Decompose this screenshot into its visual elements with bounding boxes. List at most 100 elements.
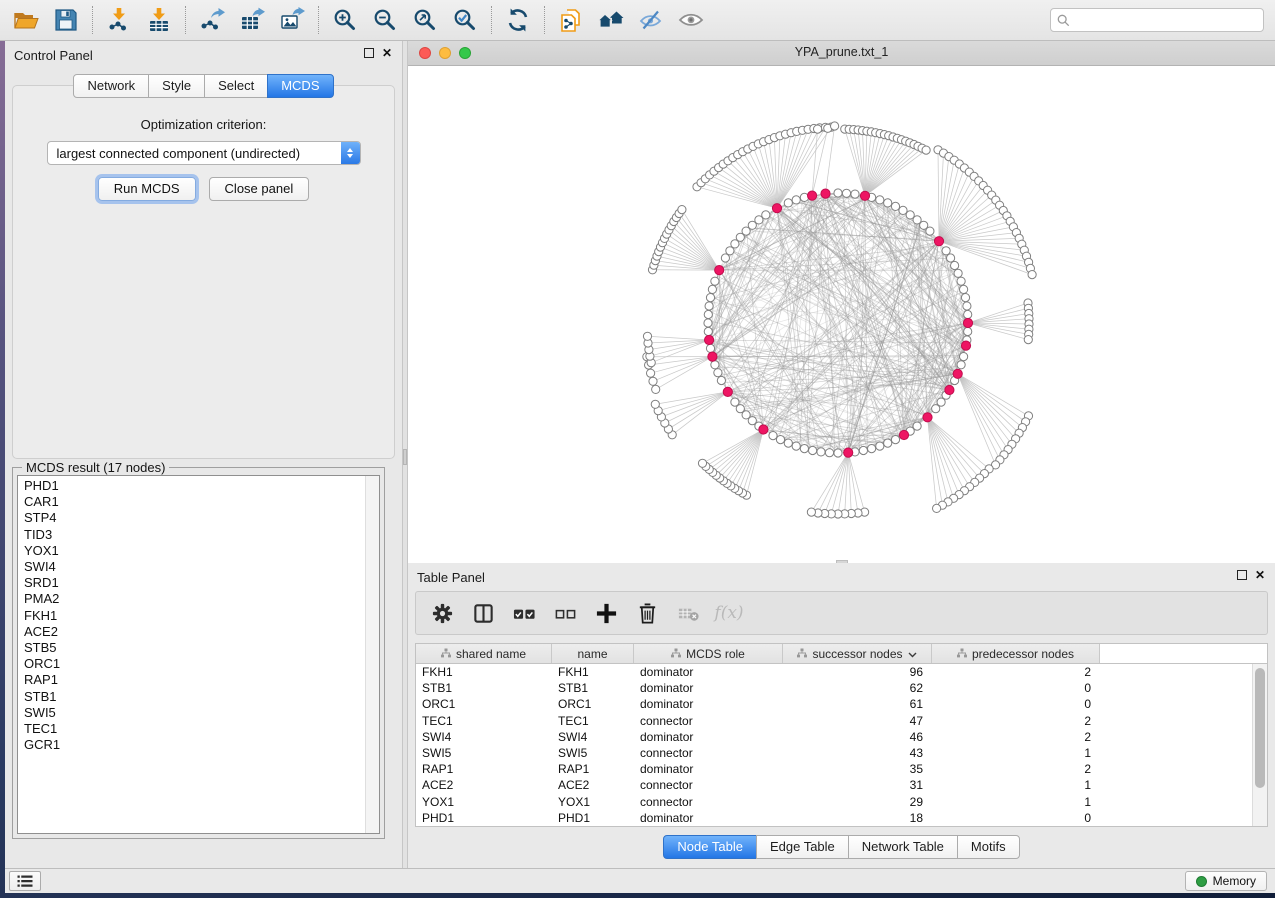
cell-predecessor-nodes[interactable]: 2 xyxy=(932,762,1100,776)
cell-shared-name[interactable]: STB1 xyxy=(416,681,552,695)
mcds-result-item[interactable]: ORC1 xyxy=(18,656,365,672)
cell-predecessor-nodes[interactable]: 0 xyxy=(932,681,1100,695)
import-table-button[interactable] xyxy=(139,4,179,36)
memory-button[interactable]: Memory xyxy=(1185,871,1267,891)
column-header-MCDS-role[interactable]: MCDS role xyxy=(634,644,783,663)
mcds-result-item[interactable]: GCR1 xyxy=(18,737,365,753)
duplicate-network-button[interactable] xyxy=(551,4,591,36)
cell-name[interactable]: YOX1 xyxy=(552,795,634,809)
settings-gear-button[interactable] xyxy=(428,599,456,627)
cell-shared-name[interactable]: RAP1 xyxy=(416,762,552,776)
float-table-panel-icon[interactable] xyxy=(1237,570,1247,580)
cell-name[interactable]: ORC1 xyxy=(552,697,634,711)
tab-edge-table[interactable]: Edge Table xyxy=(756,835,849,859)
cell-name[interactable]: RAP1 xyxy=(552,762,634,776)
cell-shared-name[interactable]: TEC1 xyxy=(416,714,552,728)
mcds-result-item[interactable]: SRD1 xyxy=(18,575,365,591)
column-header-successor-nodes[interactable]: successor nodes xyxy=(783,644,932,663)
mcds-result-item[interactable]: FKH1 xyxy=(18,608,365,624)
mcds-result-item[interactable]: STP4 xyxy=(18,510,365,526)
panel-list-button[interactable] xyxy=(9,871,41,891)
column-header-shared-name[interactable]: shared name xyxy=(416,644,552,663)
zoom-selected-button[interactable] xyxy=(445,4,485,36)
zoom-fit-button[interactable] xyxy=(405,4,445,36)
cell-predecessor-nodes[interactable]: 1 xyxy=(932,795,1100,809)
delete-row-button[interactable] xyxy=(633,599,661,627)
cell-successor-nodes[interactable]: 18 xyxy=(783,811,932,825)
mcds-result-item[interactable]: TEC1 xyxy=(18,721,365,737)
table-row[interactable]: STB1STB1dominator620 xyxy=(416,680,1253,696)
cell-MCDS-role[interactable]: dominator xyxy=(634,730,783,744)
table-row[interactable]: ACE2ACE2connector311 xyxy=(416,777,1253,793)
mcds-result-item[interactable]: TID3 xyxy=(18,527,365,543)
hide-selected-button[interactable] xyxy=(631,4,671,36)
add-row-button[interactable] xyxy=(592,599,620,627)
table-row[interactable]: RAP1RAP1dominator352 xyxy=(416,761,1253,777)
cell-shared-name[interactable]: PHD1 xyxy=(416,811,552,825)
table-row[interactable]: FKH1FKH1dominator962 xyxy=(416,664,1253,680)
cell-shared-name[interactable]: SWI4 xyxy=(416,730,552,744)
table-row[interactable]: SWI5SWI5connector431 xyxy=(416,745,1253,761)
tab-select[interactable]: Select xyxy=(204,74,268,98)
table-row[interactable]: SWI4SWI4dominator462 xyxy=(416,729,1253,745)
cell-shared-name[interactable]: ORC1 xyxy=(416,697,552,711)
mcds-result-item[interactable]: PHD1 xyxy=(18,478,365,494)
cell-MCDS-role[interactable]: dominator xyxy=(634,697,783,711)
cell-name[interactable]: SWI5 xyxy=(552,746,634,760)
tab-node-table[interactable]: Node Table xyxy=(663,835,757,859)
cell-successor-nodes[interactable]: 29 xyxy=(783,795,932,809)
close-table-panel-icon[interactable]: ✕ xyxy=(1255,570,1265,580)
table-row[interactable]: TEC1TEC1connector472 xyxy=(416,713,1253,729)
mcds-result-item[interactable]: PMA2 xyxy=(18,591,365,607)
tab-motifs[interactable]: Motifs xyxy=(957,835,1020,859)
mcds-list-scrollbar[interactable] xyxy=(365,476,379,833)
unselect-all-button[interactable] xyxy=(551,599,579,627)
mcds-result-item[interactable]: YOX1 xyxy=(18,543,365,559)
cell-successor-nodes[interactable]: 96 xyxy=(783,665,932,679)
search-input[interactable] xyxy=(1075,12,1257,28)
network-window-titlebar[interactable]: YPA_prune.txt_1 xyxy=(408,41,1275,66)
table-scrollbar[interactable] xyxy=(1252,664,1267,826)
cell-shared-name[interactable]: YOX1 xyxy=(416,795,552,809)
criterion-dropdown[interactable]: largest connected component (undirected) xyxy=(47,141,361,165)
table-row[interactable]: PHD1PHD1dominator180 xyxy=(416,810,1253,826)
cell-name[interactable]: TEC1 xyxy=(552,714,634,728)
close-panel-icon[interactable]: ✕ xyxy=(382,48,392,58)
network-view[interactable] xyxy=(408,66,1275,564)
tab-style[interactable]: Style xyxy=(148,74,205,98)
cell-successor-nodes[interactable]: 47 xyxy=(783,714,932,728)
tab-network[interactable]: Network xyxy=(73,74,149,98)
select-all-button[interactable] xyxy=(510,599,538,627)
search-box[interactable] xyxy=(1050,8,1264,32)
network-graph[interactable] xyxy=(408,66,1275,564)
export-network-button[interactable] xyxy=(192,4,232,36)
cell-predecessor-nodes[interactable]: 2 xyxy=(932,714,1100,728)
mcds-result-item[interactable]: STB5 xyxy=(18,640,365,656)
first-neighbors-button[interactable] xyxy=(591,4,631,36)
column-header-predecessor-nodes[interactable]: predecessor nodes xyxy=(932,644,1100,663)
close-panel-button[interactable]: Close panel xyxy=(209,177,310,201)
refresh-layout-button[interactable] xyxy=(498,4,538,36)
open-file-button[interactable] xyxy=(6,4,46,36)
save-session-button[interactable] xyxy=(46,4,86,36)
mcds-result-item[interactable]: SWI4 xyxy=(18,559,365,575)
mcds-result-item[interactable]: ACE2 xyxy=(18,624,365,640)
cell-predecessor-nodes[interactable]: 1 xyxy=(932,778,1100,792)
cell-predecessor-nodes[interactable]: 0 xyxy=(932,811,1100,825)
tab-network-table[interactable]: Network Table xyxy=(848,835,958,859)
cell-MCDS-role[interactable]: dominator xyxy=(634,811,783,825)
table-row[interactable]: YOX1YOX1connector291 xyxy=(416,794,1253,810)
show-columns-button[interactable] xyxy=(469,599,497,627)
table-row[interactable]: ORC1ORC1dominator610 xyxy=(416,696,1253,712)
cell-successor-nodes[interactable]: 61 xyxy=(783,697,932,711)
table-scrollbar-thumb[interactable] xyxy=(1255,668,1265,788)
run-mcds-button[interactable]: Run MCDS xyxy=(98,177,196,201)
mcds-result-item[interactable]: CAR1 xyxy=(18,494,365,510)
cell-name[interactable]: ACE2 xyxy=(552,778,634,792)
cell-successor-nodes[interactable]: 46 xyxy=(783,730,932,744)
cell-shared-name[interactable]: SWI5 xyxy=(416,746,552,760)
cell-predecessor-nodes[interactable]: 0 xyxy=(932,697,1100,711)
cell-MCDS-role[interactable]: connector xyxy=(634,746,783,760)
splitter-grip[interactable] xyxy=(403,449,407,465)
cell-MCDS-role[interactable]: connector xyxy=(634,795,783,809)
